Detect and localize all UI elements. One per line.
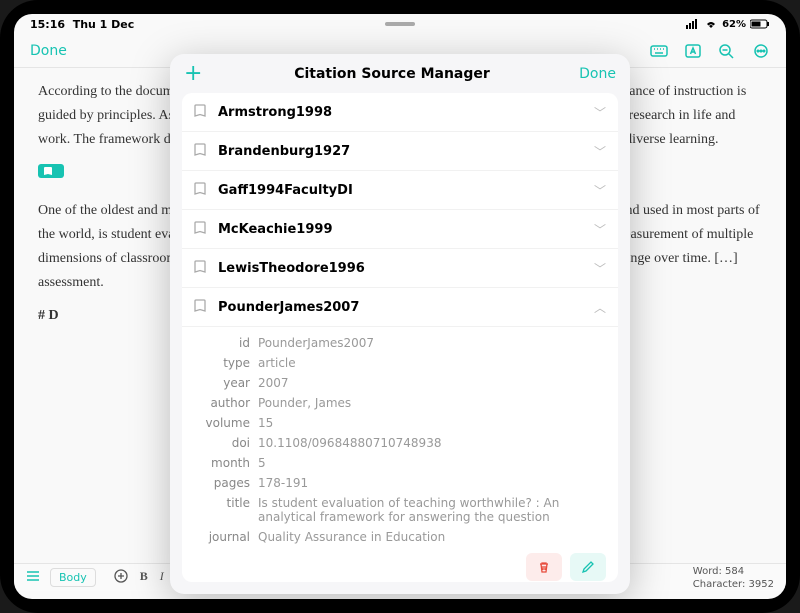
battery-percent: 62% xyxy=(722,19,746,30)
status-time: 15:16 Thu 1 Dec xyxy=(30,18,134,31)
detail-key: volume xyxy=(194,416,250,430)
add-citation-button[interactable]: + xyxy=(184,61,208,86)
modal-title: Citation Source Manager xyxy=(208,66,576,82)
chevron-down-icon[interactable]: ﹀ xyxy=(594,182,606,199)
detail-key: month xyxy=(194,456,250,470)
citation-row[interactable]: McKeachie1999 ﹀ xyxy=(182,210,618,249)
citation-id: Brandenburg1927 xyxy=(218,144,584,159)
citation-details: id PounderJames2007 type article year 2007 aut… xyxy=(182,327,618,582)
more-icon[interactable] xyxy=(752,43,770,59)
chevron-down-icon[interactable]: ﹀ xyxy=(594,260,606,277)
chevron-down-icon[interactable]: ﹀ xyxy=(594,221,606,238)
delete-button[interactable] xyxy=(526,553,562,581)
detail-value: article xyxy=(258,356,606,370)
citation-id: McKeachie1999 xyxy=(218,222,584,237)
detail-key: pages xyxy=(194,476,250,490)
citation-row[interactable]: Gaff1994FacultyDI ﹀ xyxy=(182,171,618,210)
citation-id: PounderJames2007 xyxy=(218,300,584,315)
book-icon xyxy=(194,220,208,238)
citation-row[interactable]: Brandenburg1927 ﹀ xyxy=(182,132,618,171)
modal-backdrop: + Citation Source Manager Done Armstrong… xyxy=(14,68,786,599)
citation-row[interactable]: Armstrong1998 ﹀ xyxy=(182,93,618,132)
wifi-icon xyxy=(704,19,718,29)
detail-value: PounderJames2007 xyxy=(258,336,606,350)
ipad-frame: 15:16 Thu 1 Dec 62% Done xyxy=(0,0,800,613)
screen: 15:16 Thu 1 Dec 62% Done xyxy=(14,14,786,599)
detail-key: doi xyxy=(194,436,250,450)
signal-icon xyxy=(686,19,700,29)
detail-value: Pounder, James xyxy=(258,396,606,410)
detail-value: 10.1108/09684880710748938 xyxy=(258,436,606,450)
citation-id: Armstrong1998 xyxy=(218,105,584,120)
citation-manager-modal: + Citation Source Manager Done Armstrong… xyxy=(170,54,630,594)
book-icon xyxy=(194,298,208,316)
text-a-icon[interactable] xyxy=(684,43,702,59)
detail-value: 15 xyxy=(258,416,606,430)
book-icon xyxy=(194,181,208,199)
detail-key: title xyxy=(194,496,250,524)
chevron-down-icon[interactable]: ﹀ xyxy=(594,143,606,160)
book-icon xyxy=(194,259,208,277)
detail-key: author xyxy=(194,396,250,410)
zoom-out-icon[interactable] xyxy=(718,43,736,59)
chevron-up-icon[interactable]: ︿ xyxy=(594,299,606,316)
drag-pill[interactable] xyxy=(385,22,415,26)
detail-value: 178-191 xyxy=(258,476,606,490)
keyboard-icon[interactable] xyxy=(650,43,668,59)
detail-value: Quality Assurance in Education xyxy=(258,530,606,544)
citation-row[interactable]: LewisTheodore1996 ﹀ xyxy=(182,249,618,288)
detail-key: id xyxy=(194,336,250,350)
edit-button[interactable] xyxy=(570,553,606,581)
book-icon xyxy=(194,103,208,121)
citation-row[interactable]: PounderJames2007 ︿ xyxy=(182,288,618,327)
detail-key: year xyxy=(194,376,250,390)
detail-value: 5 xyxy=(258,456,606,470)
battery-icon xyxy=(750,19,770,29)
chevron-down-icon[interactable]: ﹀ xyxy=(594,104,606,121)
citation-list[interactable]: Armstrong1998﹀Brandenburg1927﹀Gaff1994Fa… xyxy=(182,93,618,582)
editor-done-button[interactable]: Done xyxy=(30,43,67,59)
citation-id: Gaff1994FacultyDI xyxy=(218,183,584,198)
detail-value: Is student evaluation of teaching worthw… xyxy=(258,496,606,524)
detail-key: journal xyxy=(194,530,250,544)
detail-key: type xyxy=(194,356,250,370)
modal-done-button[interactable]: Done xyxy=(576,66,616,82)
book-icon xyxy=(194,142,208,160)
citation-id: LewisTheodore1996 xyxy=(218,261,584,276)
detail-value: 2007 xyxy=(258,376,606,390)
modal-header: + Citation Source Manager Done xyxy=(170,54,630,93)
